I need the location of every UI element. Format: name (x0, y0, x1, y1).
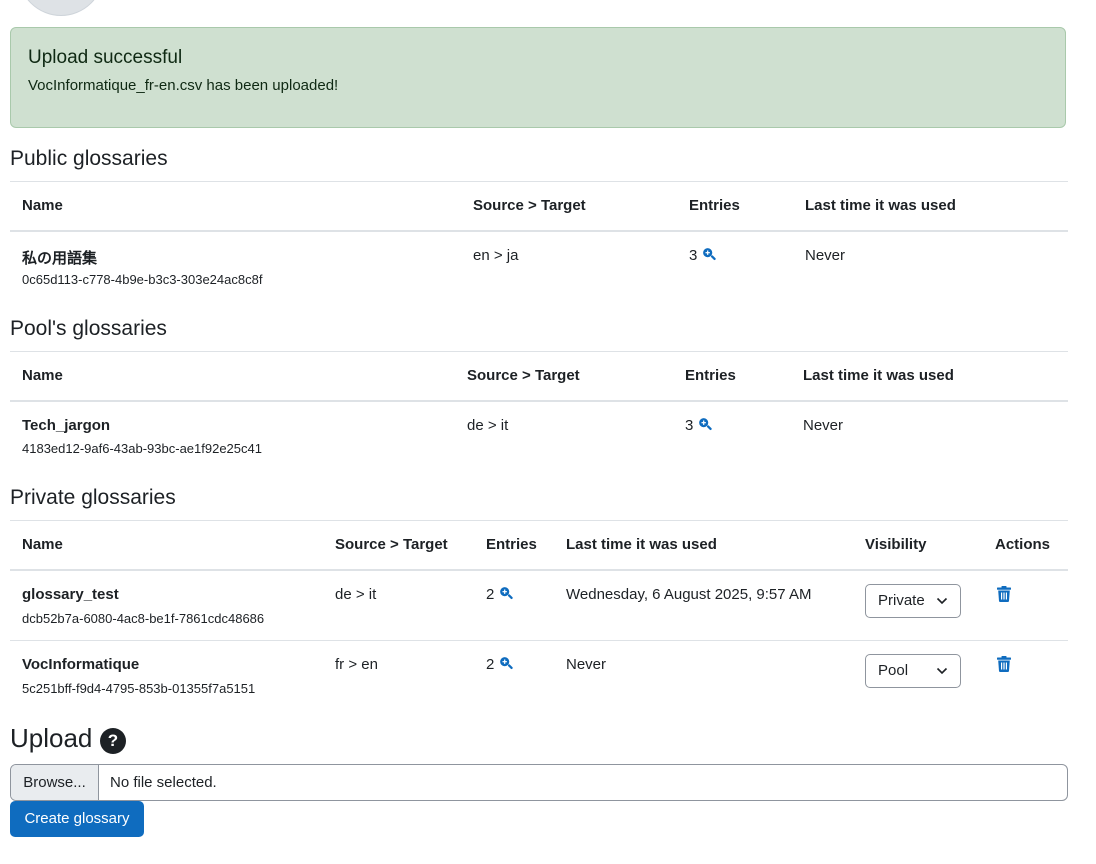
glossary-entries: 2 (486, 586, 514, 603)
table-row: Tech_jargon 4183ed12-9af6-43ab-93bc-ae1f… (10, 402, 1068, 472)
public-glossaries-heading: Public glossaries (10, 147, 168, 170)
pool-glossaries-table: Name Source > Target Entries Last time i… (10, 351, 1068, 472)
col-entries: Entries (685, 367, 736, 384)
chevron-down-icon (936, 597, 948, 605)
glossary-last-used: Wednesday, 6 August 2025, 9:57 AM (566, 586, 812, 603)
glossary-source-target: de > it (467, 417, 509, 434)
browse-button[interactable]: Browse... (11, 765, 99, 800)
public-glossaries-table: Name Source > Target Entries Last time i… (10, 181, 1068, 302)
file-picker[interactable]: Browse... No file selected. (10, 764, 1068, 801)
table-header: Name Source > Target Entries Last time i… (10, 352, 1068, 402)
entries-count: 3 (689, 247, 698, 264)
col-last-used: Last time it was used (805, 197, 956, 214)
visibility-value: Private (878, 592, 925, 609)
chevron-down-icon (936, 667, 948, 675)
trash-icon[interactable] (997, 656, 1011, 672)
glossary-name: VocInformatique (22, 656, 140, 673)
glossary-entries: 3 (685, 417, 713, 434)
glossary-entries: 3 (689, 247, 717, 264)
glossary-id: 0c65d113-c778-4b9e-b3c3-303e24ac8c8f (22, 272, 263, 287)
glossary-last-used: Never (803, 417, 844, 434)
visibility-value: Pool (878, 662, 909, 679)
entries-count: 3 (685, 417, 694, 434)
col-entries: Entries (689, 197, 740, 214)
file-status: No file selected. (110, 774, 217, 791)
col-entries: Entries (486, 536, 537, 553)
search-plus-icon[interactable] (702, 247, 717, 261)
search-plus-icon[interactable] (698, 417, 713, 431)
col-name: Name (22, 197, 63, 214)
upload-heading: Upload (10, 723, 93, 753)
col-source-target: Source > Target (335, 536, 448, 553)
col-actions: Actions (995, 536, 1051, 553)
col-source-target: Source > Target (467, 367, 580, 384)
upload-success-alert: Upload successful VocInformatique_fr-en.… (10, 27, 1066, 128)
table-row: 私の用語集 0c65d113-c778-4b9e-b3c3-303e24ac8c… (10, 232, 1068, 302)
col-name: Name (22, 536, 63, 553)
question-circle-icon[interactable]: ? (100, 728, 126, 754)
col-last-used: Last time it was used (803, 367, 954, 384)
glossary-name: Tech_jargon (22, 417, 111, 434)
col-source-target: Source > Target (473, 197, 586, 214)
glossary-entries: 2 (486, 656, 514, 673)
glossary-source-target: de > it (335, 586, 377, 603)
col-name: Name (22, 367, 63, 384)
create-glossary-button[interactable]: Create glossary (10, 801, 144, 837)
visibility-select[interactable]: Pool (865, 654, 961, 688)
col-last-used: Last time it was used (566, 536, 717, 553)
glossary-source-target: en > ja (473, 247, 519, 264)
glossary-id: 5c251bff-f9d4-4795-853b-01355f7a5151 (22, 681, 256, 696)
alert-message: VocInformatique_fr-en.csv has been uploa… (28, 77, 339, 94)
search-plus-icon[interactable] (499, 656, 514, 670)
glossary-last-used: Never (566, 656, 607, 673)
alert-title: Upload successful (28, 47, 183, 68)
glossary-id: 4183ed12-9af6-43ab-93bc-ae1f92e25c41 (22, 441, 262, 456)
entries-count: 2 (486, 586, 495, 603)
glossary-name: glossary_test (22, 586, 119, 603)
table-header: Name Source > Target Entries Last time i… (10, 182, 1068, 232)
col-visibility: Visibility (865, 536, 927, 553)
glossary-last-used: Never (805, 247, 846, 264)
visibility-select[interactable]: Private (865, 584, 961, 618)
table-row: VocInformatique 5c251bff-f9d4-4795-853b-… (10, 641, 1068, 711)
table-header: Name Source > Target Entries Last time i… (10, 521, 1068, 571)
glossary-id: dcb52b7a-6080-4ac8-be1f-7861cdc48686 (22, 611, 265, 626)
pool-glossaries-heading: Pool's glossaries (10, 317, 167, 340)
glossary-source-target: fr > en (335, 656, 378, 673)
private-glossaries-table: Name Source > Target Entries Last time i… (10, 520, 1068, 711)
glossary-name: 私の用語集 (22, 250, 98, 267)
search-plus-icon[interactable] (499, 586, 514, 600)
entries-count: 2 (486, 656, 495, 673)
user-avatar (18, 0, 104, 16)
table-row: glossary_test dcb52b7a-6080-4ac8-be1f-78… (10, 571, 1068, 641)
private-glossaries-heading: Private glossaries (10, 486, 176, 509)
trash-icon[interactable] (997, 586, 1011, 602)
